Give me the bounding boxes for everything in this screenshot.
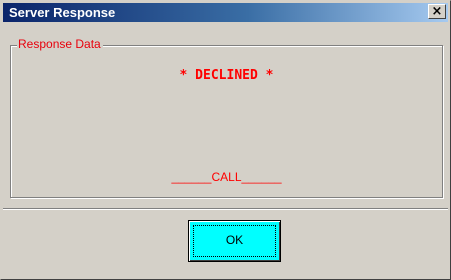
response-status: * DECLINED * <box>179 68 274 83</box>
ok-button-label: OK <box>225 233 244 247</box>
close-button[interactable]: × <box>428 4 446 19</box>
response-message: ______CALL______ <box>171 170 282 184</box>
window-title: Server Response <box>9 5 116 20</box>
ok-button[interactable]: OK <box>188 220 281 262</box>
title-bar[interactable]: Server Response × <box>3 3 448 22</box>
response-data-label: Response Data <box>17 37 103 52</box>
close-icon: × <box>431 4 443 19</box>
divider <box>3 208 448 210</box>
server-response-dialog: Server Response × Response Data * DECLIN… <box>0 0 451 280</box>
